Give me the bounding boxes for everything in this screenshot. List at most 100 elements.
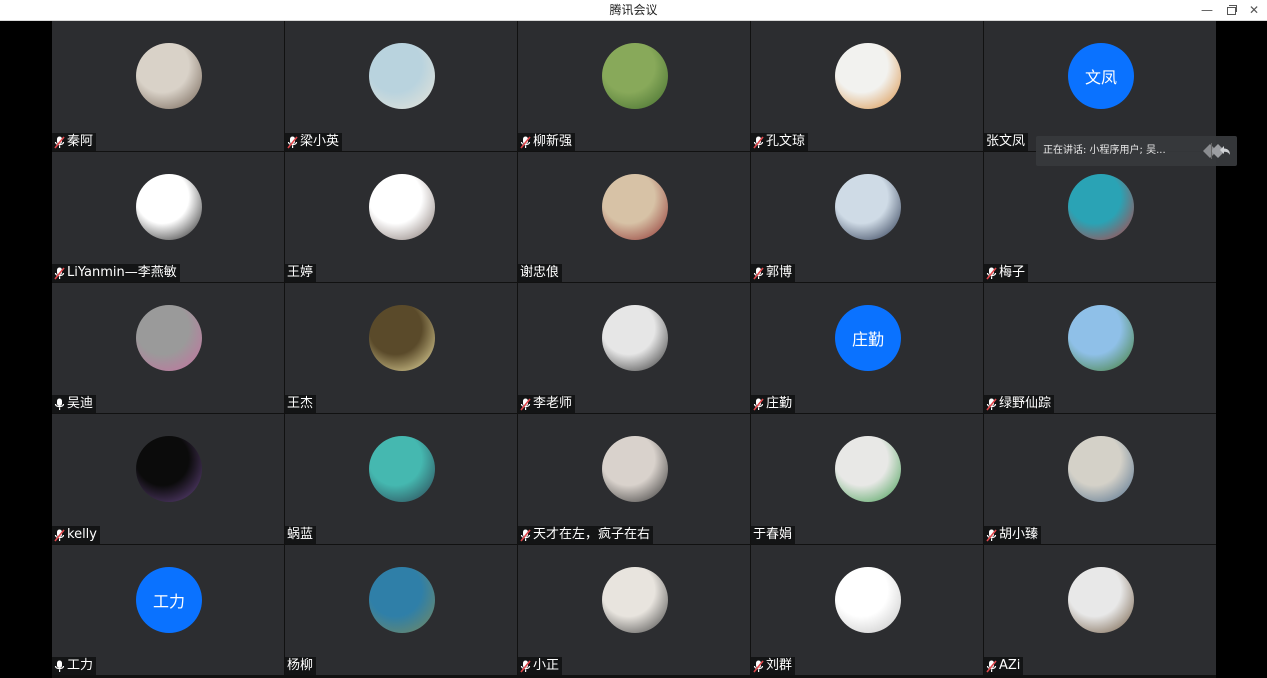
participant-name-bar: 刘群: [751, 657, 796, 675]
participant-tile[interactable]: 天才在左，疯子在右: [518, 414, 750, 544]
participant-name-bar: 杨柳: [285, 657, 317, 675]
title-bar: 腾讯会议 — ✕: [0, 0, 1267, 21]
video-grid: 秦阿 梁小英 柳新强 孔文琼 文凤张文凤 LiYanmin—李燕敏 王婷 谢忠俍 郭博 梅子吴迪 王…: [52, 21, 1216, 678]
swallow-drawing-avatar: [136, 174, 202, 240]
initials-avatar: 庄勤: [835, 305, 901, 371]
mic-muted-icon: [287, 135, 298, 149]
participant-tile[interactable]: 杨柳: [285, 545, 517, 675]
participant-tile[interactable]: 文凤张文凤: [984, 21, 1216, 151]
dandelion-photo-avatar: [602, 43, 668, 109]
participant-name-bar: kelly: [52, 526, 100, 544]
participant-name-bar: 王婷: [285, 264, 317, 282]
sunglasses-portrait-avatar: [602, 305, 668, 371]
participant-tile[interactable]: 刘群: [751, 545, 983, 675]
mic-muted-icon: [753, 397, 764, 411]
participant-name-bar: 绿野仙踪: [984, 395, 1055, 413]
participant-name: 郭博: [766, 265, 793, 280]
close-button[interactable]: ✕: [1243, 0, 1265, 20]
cartoon-dog-avatar: [835, 567, 901, 633]
participant-tile[interactable]: 李老师: [518, 283, 750, 413]
participant-tile[interactable]: 工力 工力: [52, 545, 284, 675]
participant-tile[interactable]: 谢忠俍: [518, 152, 750, 282]
mic-icon: [54, 398, 65, 411]
underwater-photo-avatar: [1068, 174, 1134, 240]
mic-muted-icon: [986, 266, 997, 280]
participant-tile[interactable]: 梁小英: [285, 21, 517, 151]
participant-tile[interactable]: kelly: [52, 414, 284, 544]
participant-name-bar: 小正: [518, 657, 563, 675]
mic-muted-icon: [520, 397, 531, 411]
participant-name: 杨柳: [287, 658, 314, 673]
participant-tile[interactable]: AZi: [984, 545, 1216, 675]
participant-tile[interactable]: 秦阿: [52, 21, 284, 151]
participant-name: 庄勤: [766, 396, 793, 411]
phone-screen-photo-avatar: [136, 436, 202, 502]
mic-muted-icon: [753, 266, 764, 280]
participant-tile[interactable]: 梅子: [984, 152, 1216, 282]
participant-name: 刘群: [766, 658, 793, 673]
collapse-icon[interactable]: [1216, 142, 1234, 160]
participant-name: LiYanmin—李燕敏: [67, 265, 177, 280]
participant-name: 小正: [533, 658, 560, 673]
participant-tile[interactable]: 柳新强: [518, 21, 750, 151]
teddy-bear-photo-avatar: [1068, 567, 1134, 633]
participant-tile[interactable]: 蜗蓝: [285, 414, 517, 544]
mic-muted-icon: [986, 528, 997, 542]
participant-name-bar: 梁小英: [285, 133, 343, 151]
participant-tile[interactable]: 绿野仙踪: [984, 283, 1216, 413]
mic-muted-icon: [986, 659, 997, 673]
participant-name: 吴迪: [67, 396, 94, 411]
participant-tile[interactable]: 小正: [518, 545, 750, 675]
participant-name-bar: 吴迪: [52, 395, 97, 413]
participant-tile[interactable]: 吴迪: [52, 283, 284, 413]
participant-name: 梁小英: [300, 134, 340, 149]
participant-name-bar: 于春娟: [751, 526, 796, 544]
mic-muted-icon: [520, 135, 531, 149]
minimize-button[interactable]: —: [1196, 0, 1218, 20]
participant-name-bar: 张文凤: [984, 133, 1029, 151]
participant-name: 天才在左，疯子在右: [533, 527, 651, 542]
participant-name: 柳新强: [533, 134, 573, 149]
basketball-photo-avatar: [602, 174, 668, 240]
speaking-text: 正在讲话: 小程序用户; 吴...: [1043, 145, 1166, 156]
pink-flowers-photo-avatar: [136, 305, 202, 371]
mother-baby-photo-avatar: [602, 436, 668, 502]
participant-tile[interactable]: LiYanmin—李燕敏: [52, 152, 284, 282]
divider: [1211, 143, 1212, 159]
participant-tile[interactable]: 胡小臻: [984, 414, 1216, 544]
child-photo-avatar: [1068, 436, 1134, 502]
maximize-button[interactable]: [1220, 0, 1242, 20]
mic-muted-icon: [753, 135, 764, 149]
participant-tile[interactable]: 于春娟: [751, 414, 983, 544]
participant-name: 李老师: [533, 396, 573, 411]
anime-character-avatar: [369, 436, 435, 502]
participant-name: 谢忠俍: [520, 265, 560, 280]
participant-name: 秦阿: [67, 134, 94, 149]
participant-name: 绿野仙踪: [999, 396, 1052, 411]
participant-name-bar: 王杰: [285, 395, 317, 413]
participant-name: 蜗蓝: [287, 527, 314, 542]
toddler-photo-avatar: [602, 567, 668, 633]
participant-tile[interactable]: 王杰: [285, 283, 517, 413]
participant-tile[interactable]: 孔文琼: [751, 21, 983, 151]
coast-photo-avatar: [369, 567, 435, 633]
participant-tile[interactable]: 庄勤 庄勤: [751, 283, 983, 413]
cat-photo-avatar: [136, 43, 202, 109]
mic-muted-icon: [986, 397, 997, 411]
participant-name-bar: 梅子: [984, 264, 1029, 282]
initials-avatar: 文凤: [1068, 43, 1134, 109]
cartoon-girl-avatar: [369, 174, 435, 240]
participant-name: 工力: [67, 658, 94, 673]
participant-name-bar: AZi: [984, 657, 1024, 675]
participant-name-bar: 工力: [52, 657, 97, 675]
participant-name: 孔文琼: [766, 134, 806, 149]
mountain-photo-avatar: [1068, 305, 1134, 371]
participant-name-bar: 李老师: [518, 395, 576, 413]
participant-tile[interactable]: 郭博: [751, 152, 983, 282]
boy-photo-avatar: [835, 174, 901, 240]
participant-name: 梅子: [999, 265, 1026, 280]
participant-tile[interactable]: 王婷: [285, 152, 517, 282]
participant-name: AZi: [999, 658, 1021, 673]
participant-name-bar: 柳新强: [518, 133, 576, 151]
mic-muted-icon: [54, 135, 65, 149]
